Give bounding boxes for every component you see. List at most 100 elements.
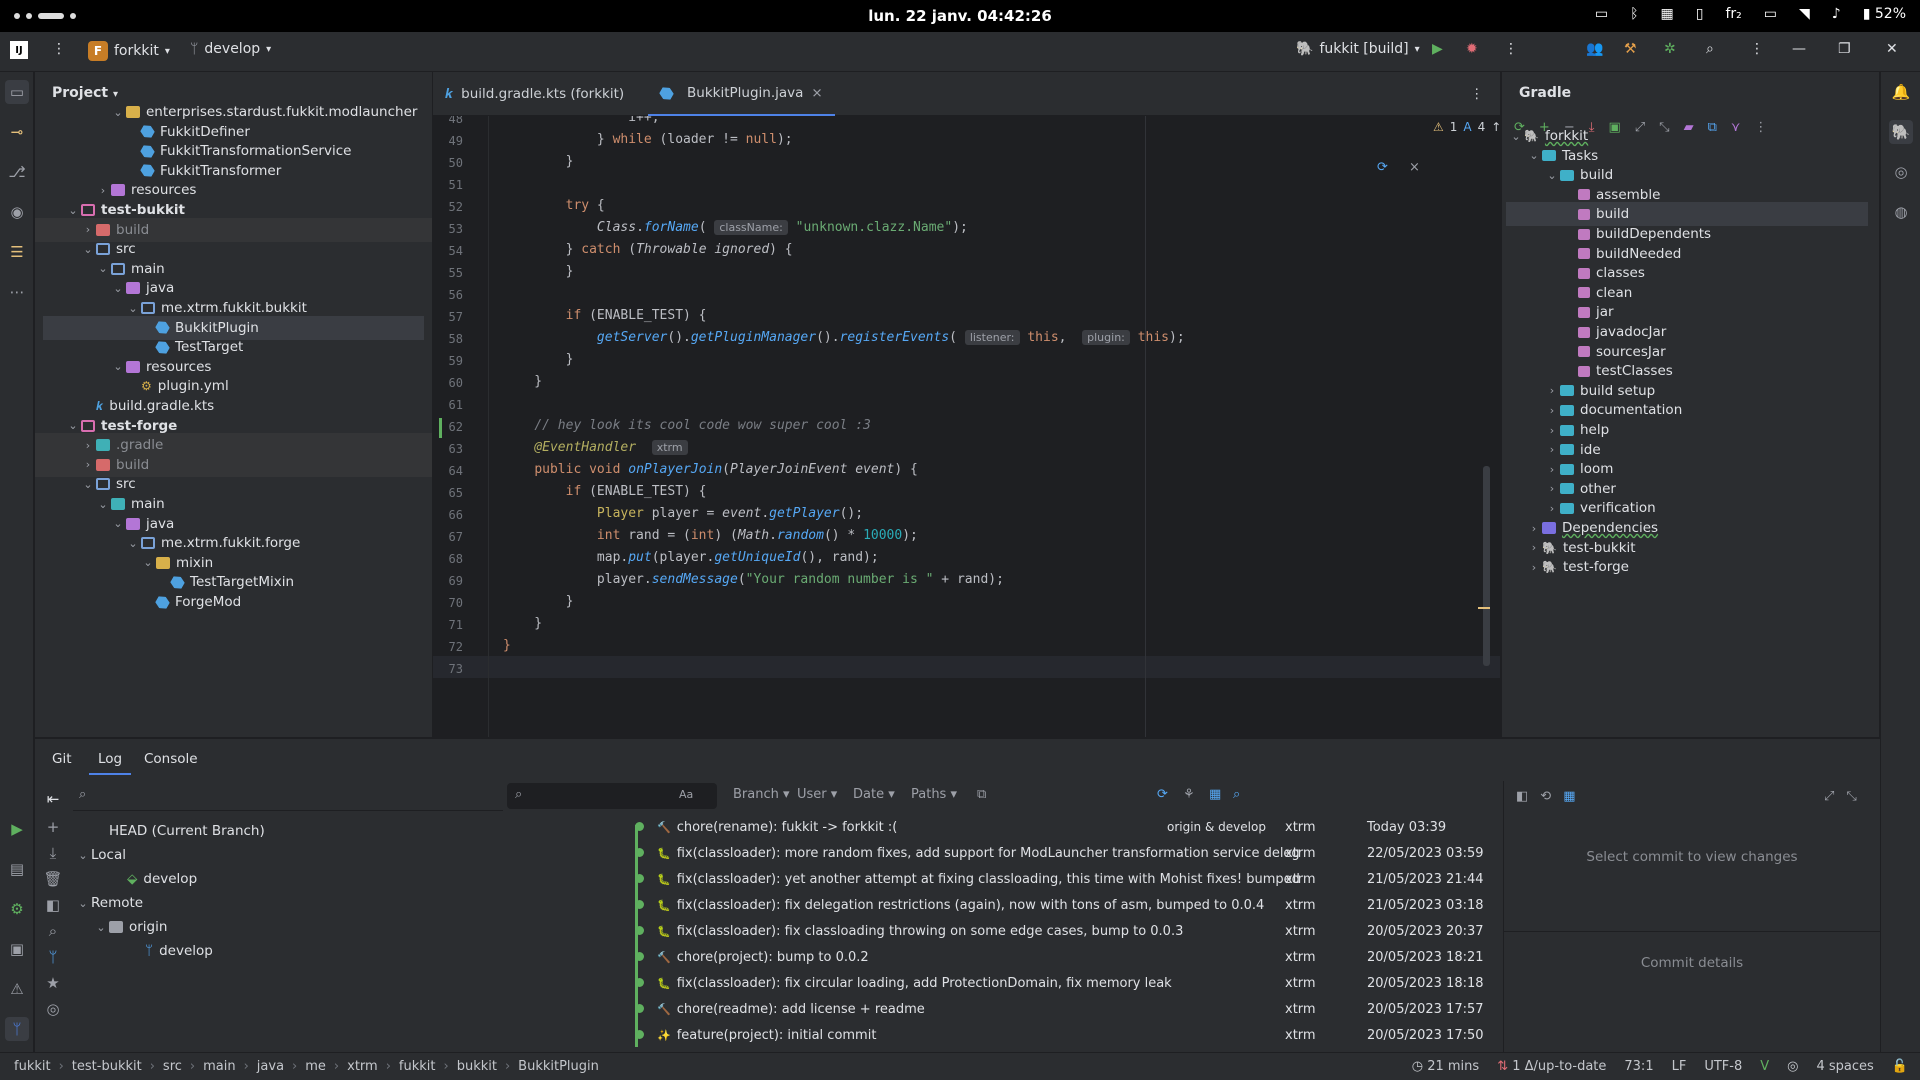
plugin-icon[interactable]: ✲ xyxy=(1664,41,1676,57)
bluetooth-icon[interactable]: ᛒ xyxy=(1630,6,1638,22)
date-filter[interactable]: Date ▾ xyxy=(853,787,895,802)
chevron-down-icon[interactable]: ⌄ xyxy=(110,360,126,373)
git-tool-icon[interactable]: ᛘ xyxy=(5,1017,29,1041)
services-icon[interactable]: ▤ xyxy=(5,857,29,881)
layout-icon[interactable]: ▦ xyxy=(1209,787,1221,802)
breadcrumb-item[interactable]: test-bukkit xyxy=(72,1059,142,1074)
warning-marker[interactable] xyxy=(1478,607,1490,609)
user-filter[interactable]: User ▾ xyxy=(797,787,837,802)
code-editor[interactable]: 48 49 50 51 52 53 54 55 56 57 58 59 60 61 62 63 64 65 66 67… xyxy=(433,116,1500,737)
line-separator[interactable]: LF xyxy=(1672,1059,1687,1074)
gradle-tool-icon[interactable]: 🐘 xyxy=(1889,120,1913,144)
diff-icon[interactable]: ◧ xyxy=(1516,789,1528,804)
paths-filter[interactable]: Paths ▾ xyxy=(911,787,957,802)
close-reload-icon[interactable]: × xyxy=(1409,160,1420,175)
chevron-right-icon[interactable]: › xyxy=(1544,424,1560,437)
keyboard-layout[interactable]: fr₂ xyxy=(1725,6,1741,22)
match-case-toggle[interactable]: Aa xyxy=(679,788,693,801)
breadcrumb-item[interactable]: main xyxy=(203,1059,235,1074)
tab-bukkit-plugin[interactable]: BukkitPlugin.java × xyxy=(648,72,835,116)
chevron-right-icon[interactable]: › xyxy=(1544,443,1560,456)
project-tree-item[interactable]: ForgeMod xyxy=(35,590,432,614)
commit-row[interactable]: 🐛 fix(classloader): yet another attempt a… xyxy=(627,866,1487,892)
branch-tree-item[interactable]: ⌄ Local xyxy=(75,843,495,867)
code-line[interactable]: i++; xyxy=(503,116,659,132)
cursor-position[interactable]: 73:1 xyxy=(1624,1059,1653,1074)
chevron-down-icon[interactable]: ⌄ xyxy=(80,478,96,491)
ai-icon[interactable]: ◎ xyxy=(1787,1059,1798,1074)
search-commit-icon[interactable]: ⌕ xyxy=(1233,787,1240,802)
breadcrumb-item[interactable]: src xyxy=(163,1059,182,1074)
fetch-icon[interactable]: ◎ xyxy=(41,997,65,1021)
code-line[interactable]: Class.forName( className: "unknown.clazz… xyxy=(503,220,968,242)
compare-icon[interactable]: ◧ xyxy=(41,893,65,917)
terminal-icon[interactable]: ▣ xyxy=(5,937,29,961)
chevron-right-icon[interactable]: › xyxy=(1544,384,1560,397)
previous-highlight-icon[interactable]: ↑ xyxy=(1491,120,1500,134)
code-line[interactable]: public void onPlayerJoin(PlayerJoinEvent… xyxy=(503,462,918,484)
breadcrumb-item[interactable]: java xyxy=(257,1059,284,1074)
structure-icon[interactable]: ☰ xyxy=(5,240,29,264)
code-line[interactable]: } while (loader != null); xyxy=(503,132,793,154)
battery-mode-icon[interactable]: ▭ xyxy=(1764,6,1777,22)
code-line[interactable]: } xyxy=(503,154,574,176)
commit-row[interactable]: ✨ feature(project): initial commit xtrm 20/… xyxy=(627,1022,1487,1048)
code-line[interactable]: } xyxy=(503,264,574,286)
branch-tree-item[interactable]: ⌄ origin xyxy=(75,915,495,939)
branch-switcher[interactable]: ᛘ develop ▾ xyxy=(190,41,271,57)
history-icon[interactable]: ⟲ xyxy=(1540,789,1551,804)
collapse-icon[interactable]: ⤡ xyxy=(1846,789,1856,804)
chevron-down-icon[interactable]: ⌄ xyxy=(93,921,109,934)
chevron-down-icon[interactable]: ⌄ xyxy=(65,419,81,432)
code-line[interactable]: int rand = (int) (Math.random() * 10000)… xyxy=(503,528,918,550)
chevron-right-icon[interactable]: › xyxy=(1544,463,1560,476)
vim-icon[interactable]: V xyxy=(1760,1059,1769,1074)
commit-row[interactable]: 🐛 fix(classloader): fix classloading thro… xyxy=(627,918,1487,944)
code-line[interactable]: // hey look its cool code wow super cool… xyxy=(503,418,871,440)
code-line[interactable]: } xyxy=(503,374,542,396)
chevron-down-icon[interactable]: ⌄ xyxy=(140,556,156,569)
github-icon[interactable]: ◉ xyxy=(5,200,29,224)
update-icon[interactable]: ⤓ xyxy=(41,841,65,865)
commit-row[interactable]: 🔨 chore(readme): add license + readme xtrm… xyxy=(627,996,1487,1022)
group-icon[interactable]: ▦ xyxy=(1563,789,1575,804)
breadcrumb-item[interactable]: me xyxy=(305,1059,326,1074)
gradle-tree-item[interactable]: › 🐘 test-forge xyxy=(1506,555,1868,579)
branch-tree-item[interactable]: ᛘ develop xyxy=(75,939,495,963)
commit-row[interactable]: 🐛 fix(classloader): more random fixes, ad… xyxy=(627,840,1487,866)
chevron-down-icon[interactable]: ⌄ xyxy=(80,243,96,256)
code-line[interactable]: } xyxy=(503,352,574,374)
run-config-selector[interactable]: 🐘 fukkit [build] ▾ xyxy=(1296,41,1420,57)
branch-filter[interactable]: Branch ▾ xyxy=(733,787,790,802)
tab-log[interactable]: Log xyxy=(89,745,132,775)
chevron-right-icon[interactable]: › xyxy=(1544,404,1560,417)
tools-icon[interactable]: ⚒ xyxy=(1624,41,1637,57)
chevron-down-icon[interactable]: ⌄ xyxy=(75,849,91,862)
build-tool-icon[interactable]: ⚙ xyxy=(5,897,29,921)
project-panel-title[interactable]: Project ▾ xyxy=(52,85,118,101)
settings-icon[interactable]: ⋮ xyxy=(1750,41,1764,57)
more-actions-icon[interactable]: ⋮ xyxy=(1504,41,1518,57)
code-line[interactable]: try { xyxy=(503,198,605,220)
chevron-down-icon[interactable]: ⌄ xyxy=(75,897,91,910)
tab-build-gradle[interactable]: 𝒌 build.gradle.kts (forkkit) xyxy=(433,72,636,116)
main-menu-icon[interactable]: ⋮ xyxy=(52,41,66,57)
code-line[interactable]: player.sendMessage("Your random number i… xyxy=(503,572,1004,594)
time-tracker[interactable]: ◷ 21 mins xyxy=(1412,1059,1479,1074)
commit-row[interactable]: 🔨 chore(rename): fukkit -> forkkit :(orig… xyxy=(627,814,1487,840)
code-line[interactable]: } catch (Throwable ignored) { xyxy=(503,242,793,264)
breadcrumb-item[interactable]: fukkit xyxy=(399,1059,436,1074)
editor-scrollbar[interactable] xyxy=(1483,466,1490,666)
project-view-icon[interactable]: ▭ xyxy=(5,80,29,104)
chevron-right-icon[interactable]: › xyxy=(95,184,111,197)
code-line[interactable]: getServer().getPluginManager().registerE… xyxy=(503,330,1185,352)
notifications-icon[interactable]: 🔔 xyxy=(1889,80,1913,104)
apps-icon[interactable]: ▦ xyxy=(1661,6,1674,22)
branch-search[interactable]: ⌕ xyxy=(73,781,503,811)
clipboard-icon[interactable]: ▯ xyxy=(1696,6,1704,22)
chevron-down-icon[interactable]: ⌄ xyxy=(1526,149,1542,162)
breadcrumb-item[interactable]: fukkit xyxy=(14,1059,51,1074)
chevron-right-icon[interactable]: › xyxy=(1544,482,1560,495)
delete-branch-icon[interactable]: 🗑 xyxy=(41,867,65,891)
log-search-input[interactable]: ⌕ Aa xyxy=(507,783,717,809)
